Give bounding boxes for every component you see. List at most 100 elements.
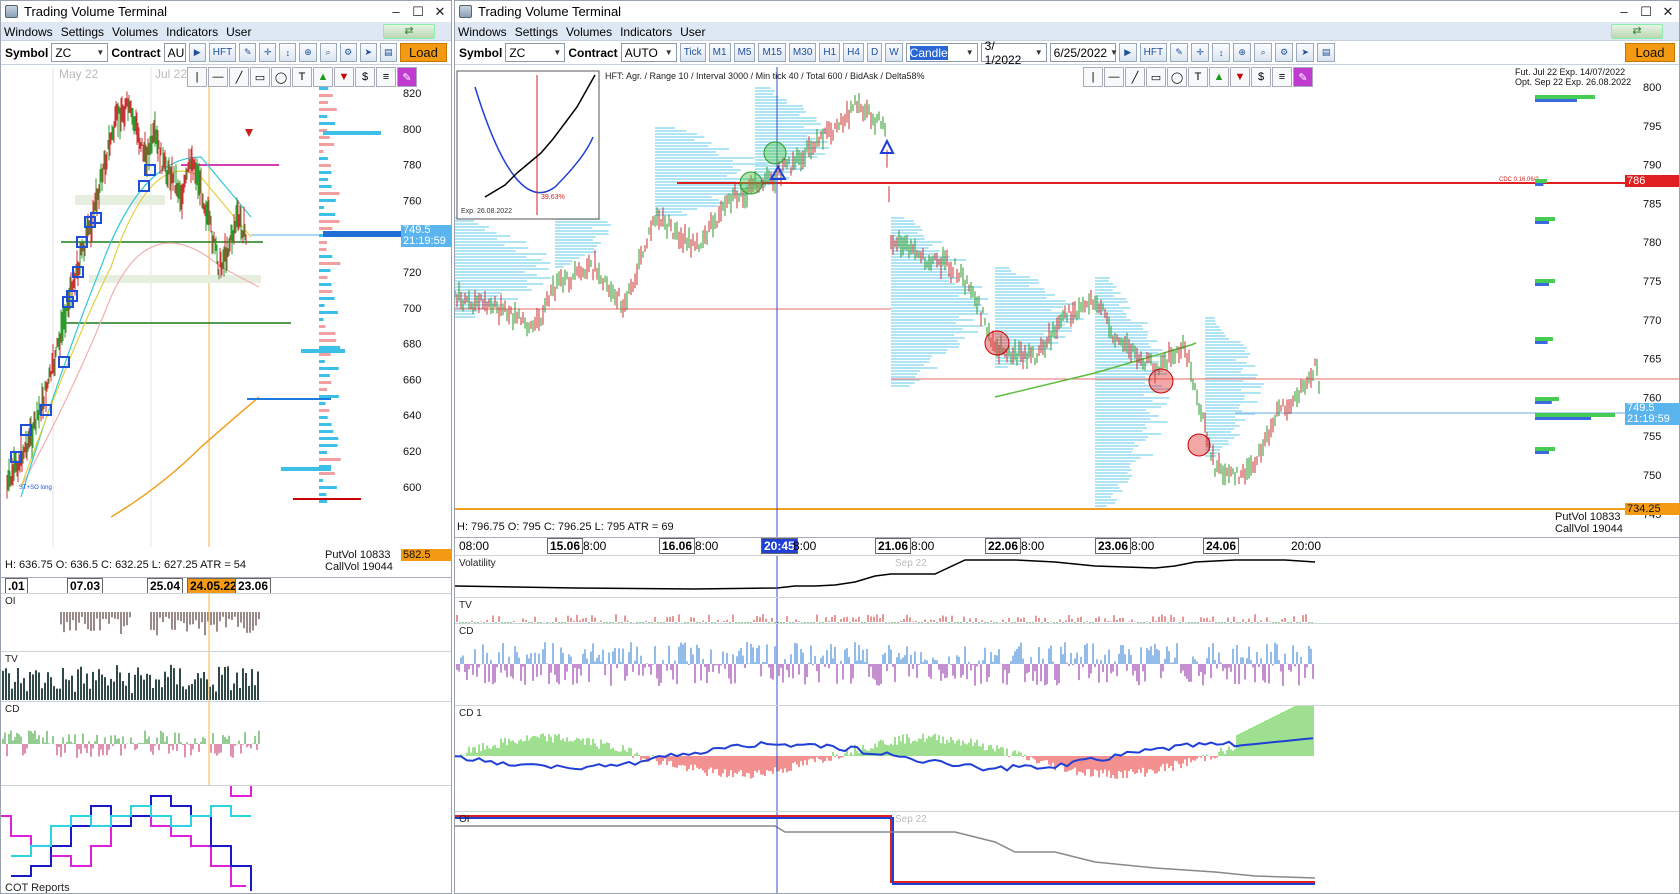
menu-user[interactable]: User (226, 25, 251, 39)
profile-bar (1095, 493, 1113, 495)
dollar-icon[interactable]: $ (1251, 67, 1271, 87)
list-icon[interactable]: ≡ (376, 67, 396, 87)
list-icon[interactable]: ≡ (1272, 67, 1292, 87)
vertical-resize-icon[interactable]: ↕ (279, 43, 297, 62)
sync-icon[interactable]: ⇄ (383, 24, 435, 39)
sell-arrow-tool-icon[interactable]: ▼ (334, 67, 354, 87)
buy-arrow-icon[interactable]: ▲ (313, 67, 333, 87)
menu-indicators[interactable]: Indicators (620, 25, 672, 39)
chart-settings-icon[interactable]: ⚙ (339, 43, 357, 62)
hft-button[interactable]: HFT (208, 43, 237, 62)
timeframe-m15[interactable]: M15 (758, 43, 786, 62)
axis-volume-bar (1535, 337, 1553, 341)
target-icon[interactable]: ⊕ (1233, 43, 1252, 62)
menu-volumes[interactable]: Volumes (566, 25, 612, 39)
rectangle-tool-icon[interactable]: ▭ (250, 67, 270, 87)
pen-icon[interactable]: ✎ (1293, 67, 1313, 87)
symbol-select[interactable]: ZC ▼ (51, 43, 109, 62)
vertical-line-tool-icon[interactable]: | (1083, 67, 1103, 87)
zoom-icon[interactable]: ⌕ (1254, 43, 1273, 62)
layout-icon[interactable]: ▤ (379, 43, 397, 62)
menu-settings[interactable]: Settings (61, 25, 104, 39)
profile-bar (319, 185, 332, 188)
menu-user[interactable]: User (680, 25, 705, 39)
profile-bar (1095, 280, 1109, 282)
profile-bar (1095, 286, 1117, 288)
hft-button[interactable]: HFT (1139, 43, 1168, 62)
cursor-icon[interactable]: ➤ (1296, 43, 1315, 62)
right-price-chart[interactable]: Exp. 26.08.2022 39.63% HFT: Agr. / Range… (455, 67, 1679, 598)
profile-bar (319, 451, 328, 454)
menu-windows[interactable]: Windows (4, 25, 53, 39)
menu-volumes[interactable]: Volumes (112, 25, 158, 39)
maximize-icon[interactable]: ☐ (1635, 4, 1657, 20)
chart-settings-icon[interactable]: ⚙ (1275, 43, 1294, 62)
menu-windows[interactable]: Windows (458, 25, 507, 39)
text-tool-icon[interactable]: T (1188, 67, 1208, 87)
profile-bar (995, 276, 1030, 278)
symbol-select[interactable]: ZC ▼ (505, 43, 566, 62)
pen-icon[interactable]: ✎ (397, 67, 417, 87)
rectangle-tool-icon[interactable]: ▭ (1146, 67, 1166, 87)
left-price-chart[interactable]: ST+SO long 82080078076074072070068066064… (1, 67, 451, 575)
date-from-picker[interactable]: 3/ 1/2022 ▼ (980, 39, 1047, 67)
ellipse-tool-icon[interactable]: ◯ (271, 67, 291, 87)
trend-line-tool-icon[interactable]: ╱ (229, 67, 249, 87)
play-icon[interactable]: ▶ (1118, 43, 1137, 62)
load-button[interactable]: Load (399, 43, 448, 62)
horizontal-line-tool-icon[interactable]: — (1104, 67, 1124, 87)
left-window-title: Trading Volume Terminal (24, 4, 168, 19)
profile-bar (1205, 344, 1244, 346)
profile-bar (1095, 478, 1130, 480)
zoom-icon[interactable]: ⌕ (319, 43, 337, 62)
trend-line-tool-icon[interactable]: ╱ (1125, 67, 1145, 87)
profile-bar (1095, 424, 1146, 426)
profile-bar (655, 187, 754, 189)
text-tool-icon[interactable]: T (292, 67, 312, 87)
menu-indicators[interactable]: Indicators (166, 25, 218, 39)
timeframe-d[interactable]: D (866, 43, 883, 62)
profile-bar (1095, 316, 1127, 318)
crosshair-icon[interactable]: ✛ (259, 43, 277, 62)
crosshair-icon[interactable]: ✛ (1191, 43, 1210, 62)
dollar-icon[interactable]: $ (355, 67, 375, 87)
chart-type-value: Candle (909, 45, 948, 60)
timeframe-m1[interactable]: M1 (708, 43, 731, 62)
sync-icon[interactable]: ⇄ (1611, 24, 1663, 39)
timeframe-m30[interactable]: M30 (788, 43, 817, 62)
minimize-icon[interactable]: ‒ (1613, 4, 1635, 20)
timeframe-m5[interactable]: M5 (733, 43, 756, 62)
menu-settings[interactable]: Settings (515, 25, 558, 39)
buy-arrow-icon[interactable]: ▲ (1209, 67, 1229, 87)
profile-bar (1095, 391, 1157, 393)
chart-type-select[interactable]: Candle ▼ (905, 43, 978, 62)
minimize-icon[interactable]: ‒ (385, 4, 407, 20)
profile-bar (319, 325, 326, 328)
right-oi-pane: OI Sep 22 (455, 811, 1679, 893)
horizontal-line-tool-icon[interactable]: — (208, 67, 228, 87)
layout-icon[interactable]: ▤ (1317, 43, 1336, 62)
timeframe-h4[interactable]: H4 (843, 43, 864, 62)
brush-icon[interactable]: ✎ (239, 43, 257, 62)
profile-bar (1095, 325, 1143, 327)
timeframe-w[interactable]: W (885, 43, 903, 62)
sell-arrow-tool-icon[interactable]: ▼ (1230, 67, 1250, 87)
contract-select[interactable]: AU (163, 43, 186, 62)
time-label: 15.06 (547, 538, 584, 554)
cursor-icon[interactable]: ➤ (359, 43, 377, 62)
load-button[interactable]: Load (1625, 43, 1675, 62)
close-icon[interactable]: ✕ (429, 4, 451, 20)
close-icon[interactable]: ✕ (1657, 4, 1679, 20)
vertical-resize-icon[interactable]: ↕ (1212, 43, 1231, 62)
timeframe-tick[interactable]: Tick (679, 43, 706, 62)
profile-bar (891, 229, 923, 231)
maximize-icon[interactable]: ☐ (407, 4, 429, 20)
ellipse-tool-icon[interactable]: ◯ (1167, 67, 1187, 87)
vertical-line-tool-icon[interactable]: | (187, 67, 207, 87)
brush-icon[interactable]: ✎ (1170, 43, 1189, 62)
timeframe-h1[interactable]: H1 (819, 43, 841, 62)
play-icon[interactable]: ▶ (188, 43, 206, 62)
contract-select[interactable]: AUTO ▼ (620, 43, 677, 62)
target-icon[interactable]: ⊕ (299, 43, 317, 62)
date-to-picker[interactable]: 6/25/2022 ▼ (1049, 43, 1118, 62)
